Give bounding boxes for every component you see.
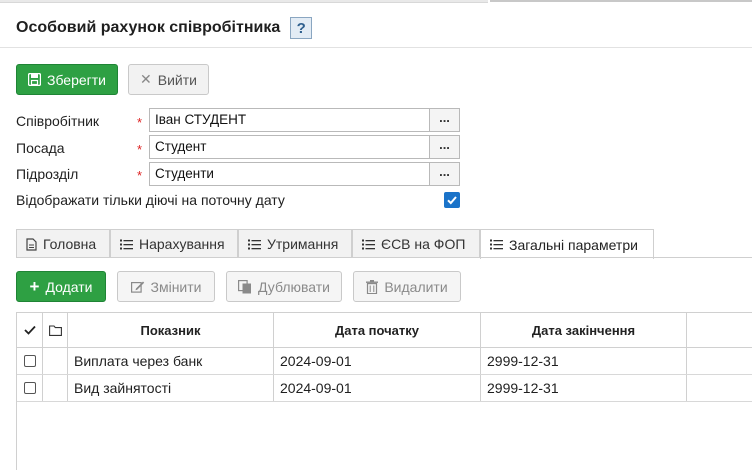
save-icon bbox=[27, 73, 41, 86]
department-label: Підрозділ bbox=[16, 166, 79, 182]
delete-label: Видалити bbox=[384, 278, 448, 295]
add-label: Додати bbox=[45, 278, 93, 295]
exit-label: Вийти bbox=[157, 71, 197, 88]
folder-icon bbox=[48, 324, 62, 336]
employee-lookup-button[interactable]: ... bbox=[429, 108, 460, 132]
save-button[interactable]: Зберегти bbox=[16, 64, 118, 95]
close-icon: ✕ bbox=[140, 71, 152, 87]
grid-header: Показник Дата початку Дата закінчення bbox=[17, 313, 752, 348]
employee-label: Співробітник bbox=[16, 113, 100, 129]
list-icon bbox=[490, 239, 503, 250]
checkmark-icon bbox=[447, 196, 457, 205]
column-header-start-date[interactable]: Дата початку bbox=[274, 313, 481, 347]
edit-icon bbox=[130, 280, 145, 293]
position-required-mark: * bbox=[137, 142, 143, 157]
table-row[interactable]: Вид зайнятості 2024-09-01 2999-12-31 bbox=[17, 375, 752, 402]
save-label: Зберегти bbox=[46, 71, 106, 88]
column-header-end-date-label: Дата закінчення bbox=[531, 322, 636, 338]
indicator-value: Вид зайнятості bbox=[74, 380, 172, 396]
document-icon bbox=[26, 237, 37, 251]
current-only-checkbox[interactable] bbox=[444, 192, 460, 208]
row-folder-cell bbox=[43, 375, 68, 401]
start-date-value: 2024-09-01 bbox=[280, 380, 352, 396]
tab-general-parameters[interactable]: Загальні параметри bbox=[480, 229, 654, 259]
tab-main-label: Головна bbox=[43, 236, 97, 252]
start-date-cell: 2024-09-01 bbox=[274, 375, 481, 401]
title-row: Особовий рахунок співробітника ? bbox=[16, 16, 313, 40]
table-row[interactable]: Виплата через банк 2024-09-01 2999-12-31 bbox=[17, 348, 752, 375]
delete-button[interactable]: Видалити bbox=[353, 271, 461, 302]
trash-icon bbox=[366, 279, 379, 294]
start-date-cell: 2024-09-01 bbox=[274, 348, 481, 374]
indicator-cell: Вид зайнятості bbox=[68, 375, 274, 401]
duplicate-button[interactable]: Дублювати bbox=[226, 271, 342, 302]
row-checkbox[interactable] bbox=[23, 355, 36, 367]
indicator-cell: Виплата через банк bbox=[68, 348, 274, 374]
plus-icon: + bbox=[29, 276, 40, 296]
parameters-grid: Показник Дата початку Дата закінчення Ви… bbox=[16, 312, 752, 470]
select-all-header[interactable] bbox=[17, 313, 43, 347]
column-header-start-date-label: Дата початку bbox=[334, 322, 420, 338]
tab-accruals-label: Нарахування bbox=[139, 236, 225, 252]
employee-required-mark: * bbox=[137, 115, 143, 130]
column-header-end-date[interactable]: Дата закінчення bbox=[481, 313, 687, 347]
top-strip-left bbox=[0, 0, 488, 3]
tab-deductions[interactable]: Утримання bbox=[238, 229, 352, 258]
row-select-cell[interactable] bbox=[17, 348, 43, 374]
tab-esv-fop[interactable]: ЄСВ на ФОП bbox=[352, 229, 480, 258]
top-strip bbox=[0, 0, 752, 4]
check-icon bbox=[23, 325, 36, 335]
exit-button[interactable]: ✕ Вийти bbox=[128, 64, 209, 95]
row-folder-cell bbox=[43, 348, 68, 374]
list-icon bbox=[362, 239, 375, 250]
department-required-mark: * bbox=[137, 168, 143, 183]
employee-field[interactable]: Іван СТУДЕНТ bbox=[149, 108, 430, 132]
edit-button[interactable]: Змінити bbox=[117, 271, 215, 302]
column-header-indicator-label: Показник bbox=[140, 322, 201, 338]
start-date-value: 2024-09-01 bbox=[280, 353, 352, 369]
position-label: Посада bbox=[16, 140, 65, 156]
end-date-cell: 2999-12-31 bbox=[481, 348, 687, 374]
tab-main[interactable]: Головна bbox=[16, 229, 110, 258]
top-strip-right bbox=[490, 0, 752, 2]
row-checkbox[interactable] bbox=[23, 382, 36, 394]
row-select-cell[interactable] bbox=[17, 375, 43, 401]
tab-accruals[interactable]: Нарахування bbox=[110, 229, 238, 258]
end-date-value: 2999-12-31 bbox=[487, 353, 559, 369]
title-divider bbox=[0, 47, 752, 48]
position-field[interactable]: Студент bbox=[149, 135, 430, 159]
tab-general-parameters-label: Загальні параметри bbox=[509, 236, 638, 253]
end-date-cell: 2999-12-31 bbox=[481, 375, 687, 401]
list-icon bbox=[120, 239, 133, 250]
department-lookup-button[interactable]: ... bbox=[429, 162, 460, 186]
tab-deductions-label: Утримання bbox=[267, 236, 339, 252]
position-lookup-button[interactable]: ... bbox=[429, 135, 460, 159]
tabs-divider bbox=[16, 257, 752, 258]
page-title: Особовий рахунок співробітника bbox=[16, 19, 281, 36]
list-icon bbox=[248, 239, 261, 250]
current-only-label: Відображати тільки діючі на поточну дату bbox=[16, 192, 285, 208]
column-header-indicator[interactable]: Показник bbox=[68, 313, 274, 347]
folder-header bbox=[43, 313, 68, 347]
help-button[interactable]: ? bbox=[290, 17, 313, 39]
duplicate-label: Дублювати bbox=[258, 278, 330, 295]
indicator-value: Виплата через банк bbox=[74, 353, 203, 369]
department-field[interactable]: Студенти bbox=[149, 162, 430, 186]
grid-empty-area bbox=[17, 402, 752, 471]
end-date-value: 2999-12-31 bbox=[487, 380, 559, 396]
add-button[interactable]: + Додати bbox=[16, 271, 106, 302]
edit-label: Змінити bbox=[150, 278, 202, 295]
copy-icon bbox=[238, 279, 252, 294]
tab-esv-fop-label: ЄСВ на ФОП bbox=[381, 236, 466, 252]
